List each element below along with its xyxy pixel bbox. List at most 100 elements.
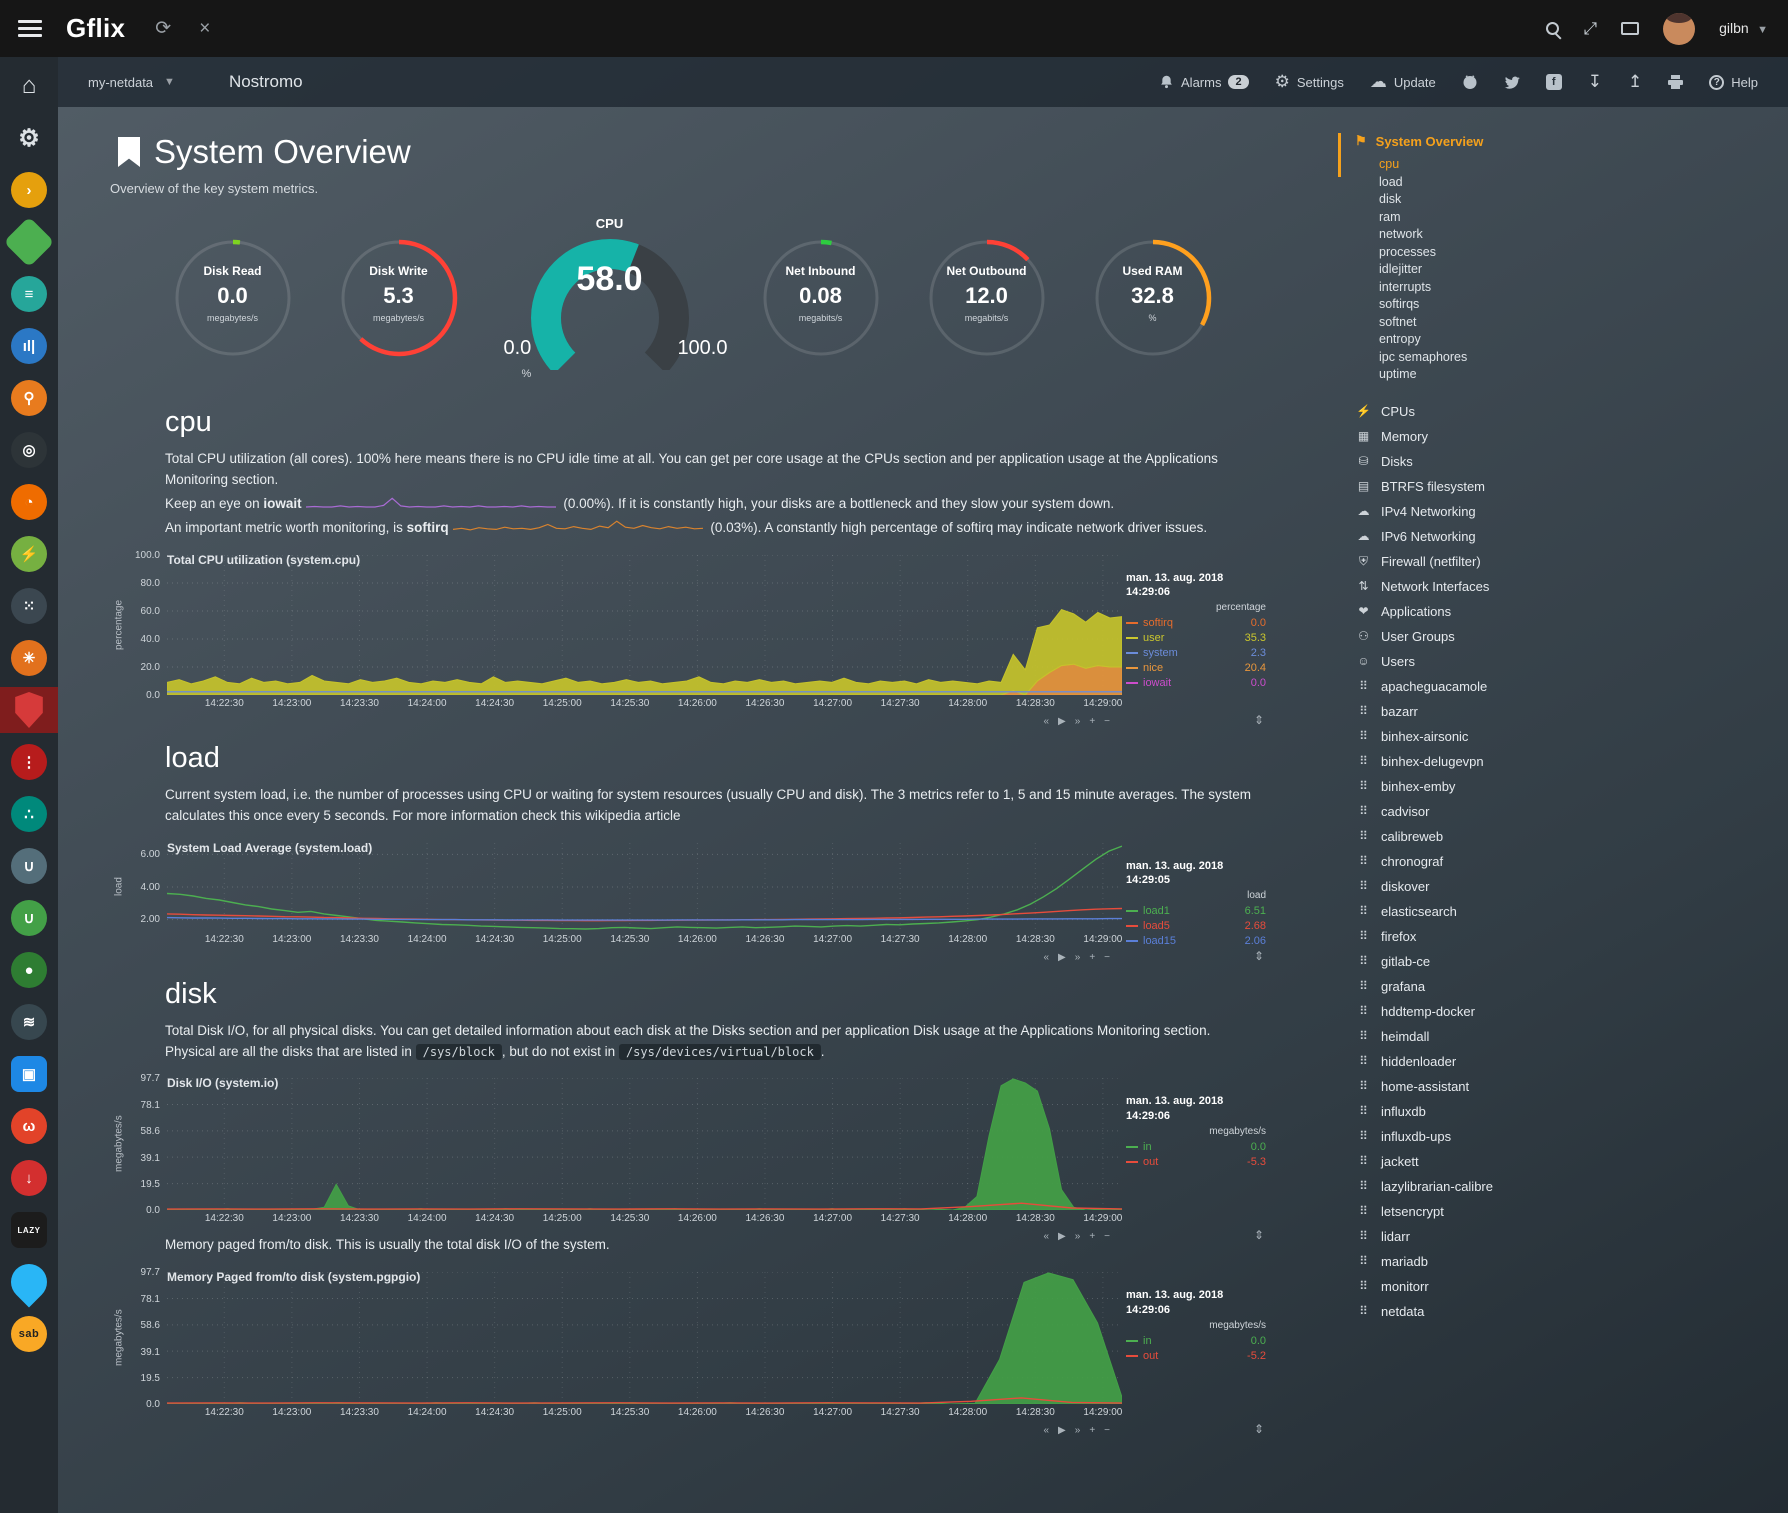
menu-item-netdata[interactable]: ⠿netdata [1355, 1299, 1788, 1324]
menu-subitem-softirqs[interactable]: softirqs [1379, 296, 1788, 314]
menu-item-jackett[interactable]: ⠿jackett [1355, 1149, 1788, 1174]
menu-item-hddtemp-docker[interactable]: ⠿hddtemp-docker [1355, 999, 1788, 1024]
chart-resize-handle-icon[interactable]: ⇕ [1254, 949, 1264, 963]
app-green-horseshoe-icon[interactable]: ∪ [0, 895, 58, 941]
app-green-bolt-icon[interactable]: ⚡ [0, 531, 58, 577]
menu-item-influxdb[interactable]: ⠿influxdb [1355, 1099, 1788, 1124]
app-teal-stack-icon[interactable]: ≡ [0, 271, 58, 317]
menu-item-ipv4-networking[interactable]: ☁IPv4 Networking [1355, 499, 1788, 524]
chart-system-io[interactable]: Disk I/O (system.io)megabytes/s97.778.15… [110, 1078, 1270, 1227]
settings-button[interactable]: ⚙ Settings [1275, 72, 1344, 92]
menu-item-btrfs-filesystem[interactable]: ▤BTRFS filesystem [1355, 474, 1788, 499]
close-tab-icon[interactable]: × [199, 18, 210, 40]
app-green-diamond-icon[interactable] [0, 219, 58, 265]
app-orange-chevron-icon[interactable]: › [0, 167, 58, 213]
import-button[interactable]: ↧ [1588, 72, 1602, 92]
menu-item-ipv6-networking[interactable]: ☁IPv6 Networking [1355, 524, 1788, 549]
menu-subitem-disk[interactable]: disk [1379, 191, 1788, 209]
chart-system-cpu[interactable]: Total CPU utilization (system.cpu)percen… [110, 555, 1270, 712]
chart-pan-right-icon[interactable]: » [1075, 952, 1081, 963]
menu-item-grafana[interactable]: ⠿grafana [1355, 974, 1788, 999]
chart-pan-left-icon[interactable]: « [1043, 1231, 1049, 1242]
chart-pan-right-icon[interactable]: » [1075, 1425, 1081, 1436]
menu-item-binhex-delugevpn[interactable]: ⠿binhex-delugevpn [1355, 749, 1788, 774]
chart-zoom-out-icon[interactable]: − [1104, 952, 1110, 963]
chart-plot-area[interactable]: percentage100.080.060.040.020.00.0 [167, 555, 1122, 695]
chart-pan-right-icon[interactable]: » [1075, 716, 1081, 727]
app-teal-dots-icon[interactable]: ∴ [0, 791, 58, 837]
twitter-button[interactable] [1504, 75, 1520, 89]
app-gray-magnet-icon[interactable]: ∪ [0, 843, 58, 889]
menu-subitem-network[interactable]: network [1379, 226, 1788, 244]
menu-item-memory[interactable]: ▦Memory [1355, 424, 1788, 449]
legend-in[interactable]: in0.0 [1126, 1334, 1266, 1349]
app-dark-green-circle-icon[interactable]: ● [0, 947, 58, 993]
settings-gear-icon[interactable]: ⚙ [0, 115, 58, 161]
menu-item-apacheguacamole[interactable]: ⠿apacheguacamole [1355, 674, 1788, 699]
menu-item-home-assistant[interactable]: ⠿home-assistant [1355, 1074, 1788, 1099]
menu-item-network-interfaces[interactable]: ⇅Network Interfaces [1355, 574, 1788, 599]
menu-item-users[interactable]: ☺Users [1355, 649, 1788, 674]
menu-subitem-idlejitter[interactable]: idlejitter [1379, 261, 1788, 279]
github-button[interactable] [1462, 74, 1478, 90]
chart-play-icon[interactable]: ▶ [1058, 1231, 1066, 1242]
app-blue-drop-icon[interactable] [0, 1259, 58, 1305]
app-sabnzbd-icon[interactable]: sab [0, 1311, 58, 1357]
home-icon[interactable]: ⌂ [0, 63, 58, 109]
chart-play-icon[interactable]: ▶ [1058, 952, 1066, 963]
legend-nice[interactable]: nice20.4 [1126, 661, 1266, 676]
menu-item-chronograf[interactable]: ⠿chronograf [1355, 849, 1788, 874]
net-outbound-gauge[interactable]: Net Outbound12.0megabits/s [922, 233, 1052, 363]
chart-resize-handle-icon[interactable]: ⇕ [1254, 1228, 1264, 1242]
app-monochrome-ring-icon[interactable]: ◎ [0, 427, 58, 473]
chart-pan-left-icon[interactable]: « [1043, 1425, 1049, 1436]
chart-pan-left-icon[interactable]: « [1043, 952, 1049, 963]
menu-subitem-cpu[interactable]: cpu [1379, 156, 1788, 174]
app-lazylibrarian-icon[interactable]: LAZY [0, 1207, 58, 1253]
menu-subitem-uptime[interactable]: uptime [1379, 366, 1788, 384]
legend-out[interactable]: out-5.2 [1126, 1349, 1266, 1364]
menu-item-calibreweb[interactable]: ⠿calibreweb [1355, 824, 1788, 849]
menu-subitem-softnet[interactable]: softnet [1379, 314, 1788, 332]
chart-plot-area[interactable]: megabytes/s97.778.158.639.119.50.0 [167, 1078, 1122, 1210]
chart-zoom-in-icon[interactable]: + [1089, 1231, 1095, 1242]
menu-item-letsencrypt[interactable]: ⠿letsencrypt [1355, 1199, 1788, 1224]
menu-subitem-processes[interactable]: processes [1379, 244, 1788, 262]
menu-item-monitorr[interactable]: ⠿monitorr [1355, 1274, 1788, 1299]
chart-plot-area[interactable]: load6.004.002.00 [167, 843, 1122, 931]
alarms-button[interactable]: Alarms 2 [1159, 74, 1249, 90]
menu-subitem-ipc-semaphores[interactable]: ipc semaphores [1379, 349, 1788, 367]
print-button[interactable] [1668, 75, 1683, 89]
chart-pan-right-icon[interactable]: » [1075, 1231, 1081, 1242]
legend-load15[interactable]: load152.06 [1126, 934, 1266, 949]
menu-item-mariadb[interactable]: ⠿mariadb [1355, 1249, 1788, 1274]
app-red-cluster-icon[interactable]: ⋮ [0, 739, 58, 785]
app-red-shield-icon[interactable] [0, 687, 58, 733]
legend-user[interactable]: user35.3 [1126, 631, 1266, 646]
menu-item-cadvisor[interactable]: ⠿cadvisor [1355, 799, 1788, 824]
menu-subitem-interrupts[interactable]: interrupts [1379, 279, 1788, 297]
app-orange-search-icon[interactable]: ⚲ [0, 375, 58, 421]
menu-item-elasticsearch[interactable]: ⠿elasticsearch [1355, 899, 1788, 924]
menu-item-bazarr[interactable]: ⠿bazarr [1355, 699, 1788, 724]
fullscreen-icon[interactable]: ⤢ [1583, 19, 1597, 39]
app-blue-tile-icon[interactable]: ▣ [0, 1051, 58, 1097]
legend-load5[interactable]: load52.68 [1126, 919, 1266, 934]
menu-item-binhex-airsonic[interactable]: ⠿binhex-airsonic [1355, 724, 1788, 749]
server-dropdown[interactable]: my-netdata ▼ [88, 75, 175, 90]
menu-item-user-groups[interactable]: ⚇User Groups [1355, 624, 1788, 649]
chart-pan-left-icon[interactable]: « [1043, 716, 1049, 727]
menu-item-applications[interactable]: ❤Applications [1355, 599, 1788, 624]
cpu-gauge[interactable]: CPU58.00.0100.0% [500, 220, 720, 376]
app-red-download-icon[interactable]: ↓ [0, 1155, 58, 1201]
user-menu[interactable]: gilbn ▼ [1719, 20, 1768, 38]
update-button[interactable]: ☁ Update [1370, 72, 1436, 92]
chart-play-icon[interactable]: ▶ [1058, 716, 1066, 727]
menu-item-firewall-netfilter-[interactable]: ⛨Firewall (netfilter) [1355, 549, 1788, 574]
menu-item-lidarr[interactable]: ⠿lidarr [1355, 1224, 1788, 1249]
legend-system[interactable]: system2.3 [1126, 646, 1266, 661]
menu-item-hiddenloader[interactable]: ⠿hiddenloader [1355, 1049, 1788, 1074]
legend-out[interactable]: out-5.3 [1126, 1155, 1266, 1170]
menu-item-disks[interactable]: ⛁Disks [1355, 449, 1788, 474]
app-node-graph-icon[interactable]: ⁙ [0, 583, 58, 629]
